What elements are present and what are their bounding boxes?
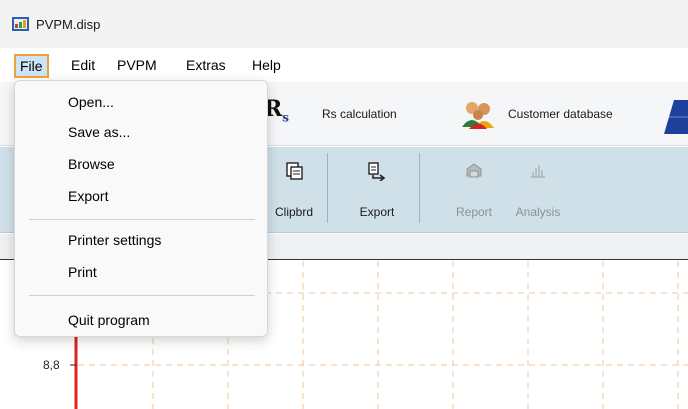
file-menu-save-as[interactable]: Save as... (16, 117, 266, 147)
file-menu-print[interactable]: Print (16, 257, 266, 287)
export-label: Export (359, 205, 395, 219)
toolbar-separator (327, 153, 328, 223)
analysis-label: Analysis (515, 205, 561, 219)
clipboard-icon (286, 162, 303, 180)
menu-edit[interactable]: Edit (67, 54, 99, 78)
file-menu-browse[interactable]: Browse (16, 149, 266, 179)
menu-extras[interactable]: Extras (182, 54, 230, 78)
analysis-button[interactable]: Analysis (506, 147, 570, 233)
title-bar: PVPM.disp (0, 0, 688, 48)
report-icon (466, 163, 482, 178)
customer-database-button[interactable]: Customer database (460, 82, 613, 146)
rs-calculation-label: Rs calculation (322, 107, 397, 121)
menu-help[interactable]: Help (248, 54, 285, 78)
clipboard-button[interactable]: Clipbrd (262, 147, 326, 233)
rs-calculation-button[interactable]: Rs calculation (322, 82, 397, 146)
menu-bar: File Edit PVPM Extras Help (0, 54, 688, 80)
menu-file[interactable]: File (14, 54, 49, 78)
solar-panel-icon[interactable] (664, 100, 688, 134)
analysis-icon (531, 165, 545, 178)
export-button[interactable]: Export (346, 147, 408, 233)
menu-separator (29, 295, 255, 296)
customer-database-label: Customer database (508, 107, 613, 121)
menu-pvpm[interactable]: PVPM (113, 54, 161, 78)
export-icon (368, 162, 386, 181)
customers-icon (462, 102, 494, 129)
toolbar-separator (419, 153, 420, 223)
file-menu-dropdown: Open... Save as... Browse Export Printer… (14, 80, 268, 337)
pvpm-app-icon (12, 17, 29, 31)
y-tick-label: 8,8 (43, 358, 60, 372)
window-title: PVPM.disp (36, 17, 101, 32)
clipboard-label: Clipbrd (274, 205, 313, 219)
report-button[interactable]: Report (444, 147, 504, 233)
file-menu-export[interactable]: Export (16, 181, 266, 211)
file-menu-quit[interactable]: Quit program (16, 305, 266, 335)
report-label: Report (455, 205, 493, 219)
file-menu-printer-settings[interactable]: Printer settings (16, 225, 266, 255)
menu-separator (29, 219, 255, 220)
file-menu-open[interactable]: Open... (16, 87, 266, 117)
